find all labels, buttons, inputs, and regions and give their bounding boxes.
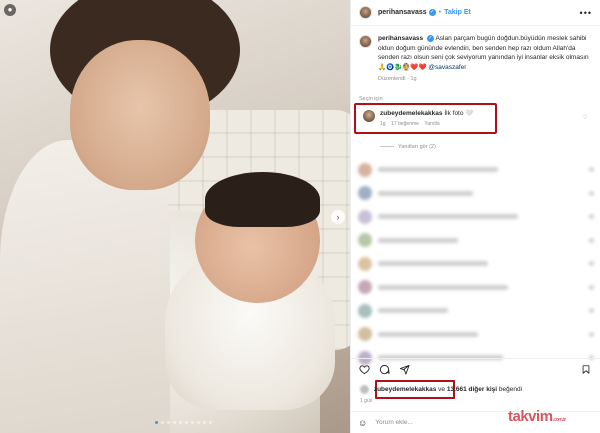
divider [380,146,394,148]
like-comment-icon [589,284,594,290]
like-comment-icon [589,331,594,337]
list-item [358,323,594,347]
action-bar [350,358,600,380]
carousel-dot [203,421,206,424]
reply-button[interactable]: Yanıtla [424,121,439,127]
list-item [358,158,594,182]
avatar [358,256,372,271]
carousel-dot [191,421,194,424]
like-comment-icon [589,237,594,243]
like-comment-icon [589,167,594,173]
separator-dot: • [438,9,442,16]
verified-badge-icon: ✓ [426,34,434,42]
heart-icon[interactable] [358,364,370,376]
list-item [358,252,594,276]
blurred-text [378,214,518,220]
share-icon[interactable] [398,364,410,376]
carousel-indicator [155,421,212,424]
post-username[interactable]: perihansavass [378,9,427,16]
post-photo[interactable]: ● › [0,0,350,433]
carousel-dot [197,421,200,424]
mother-face [70,40,210,190]
carousel-dot [167,421,170,424]
avatar [358,327,372,342]
avatar [358,162,372,177]
avatar [358,233,372,248]
more-options-icon[interactable]: ••• [580,8,592,18]
avatar [360,385,369,394]
verified-badge-icon: ✓ [428,9,436,16]
blurred-text [378,284,508,290]
blurred-comments [358,158,594,370]
avatar[interactable] [359,6,372,19]
separator-dot: · [407,76,409,82]
comment-time: 1g [380,121,386,127]
watermark-domain: .com.tr [552,417,567,423]
likes-and: ve [438,386,446,394]
avatar[interactable] [363,110,375,122]
carousel-dot [185,421,188,424]
avatar [358,209,372,224]
list-item [358,182,594,206]
watermark-logo: takvim.com.tr [508,408,566,425]
tagged-user-icon[interactable]: ● [4,4,16,16]
carousel-dot [173,421,176,424]
edited-label: Düzenlendi [378,76,406,82]
likes-summary[interactable]: zubeydemelekakkas ve 13.661 diğer kişi b… [360,385,522,394]
likes-suffix: beğendi [498,386,523,394]
blurred-text [378,190,473,196]
list-item [358,229,594,253]
avatar [358,186,372,201]
list-item [358,276,594,300]
next-slide-icon[interactable]: › [331,210,345,224]
comment-username[interactable]: zubeydemelekakkas [380,110,443,117]
like-comment-icon [589,308,594,314]
watermark-brand: takvim [508,408,553,425]
view-replies-label: Yanıtları gör (2) [398,144,436,150]
carousel-dot [161,421,164,424]
comment-icon[interactable] [378,364,390,376]
like-comment-icon[interactable]: ♡ [582,114,587,121]
avatar[interactable] [359,35,372,48]
like-comment-icon [589,261,594,267]
list-item [358,205,594,229]
blurred-text [378,237,458,243]
avatar [358,280,372,295]
comment-text: İlk foto 🤍 [444,110,474,117]
comment-likes[interactable]: 17 beğenme [391,121,419,127]
caption-time: 1g [410,76,417,82]
blurred-text [378,308,448,314]
blurred-text [378,167,498,173]
liker-username[interactable]: zubeydemelekakkas [374,386,437,393]
caption-username[interactable]: perihansavass [378,35,423,42]
collapsed-row: Seçin için [359,96,383,102]
carousel-dot [179,421,182,424]
post-header: perihansavass ✓ • Takip Et ••• [351,0,600,26]
follow-button[interactable]: Takip Et [444,9,471,16]
caption-mention[interactable]: @savaszafer [428,64,466,71]
emoji-icon[interactable]: ☺ [358,418,367,428]
list-item [358,299,594,323]
baby-hair [205,172,320,227]
likes-count[interactable]: 13.661 diğer kişi [447,386,497,393]
view-replies-button[interactable]: Yanıtları gör (2) [380,144,436,150]
caption: perihansavass ✓ Aslan parçam bugün doğdu… [351,26,600,85]
carousel-dot [155,421,158,424]
like-comment-icon [589,190,594,196]
avatar [358,303,372,318]
blurred-text [378,261,488,267]
highlighted-comment: zubeydemelekakkas İlk foto 🤍 1g 17 beğen… [363,110,473,128]
like-comment-icon [589,214,594,220]
blurred-text [378,331,478,337]
post-time: 1 gün [360,398,373,404]
bookmark-icon[interactable] [580,364,592,376]
carousel-dot [209,421,212,424]
